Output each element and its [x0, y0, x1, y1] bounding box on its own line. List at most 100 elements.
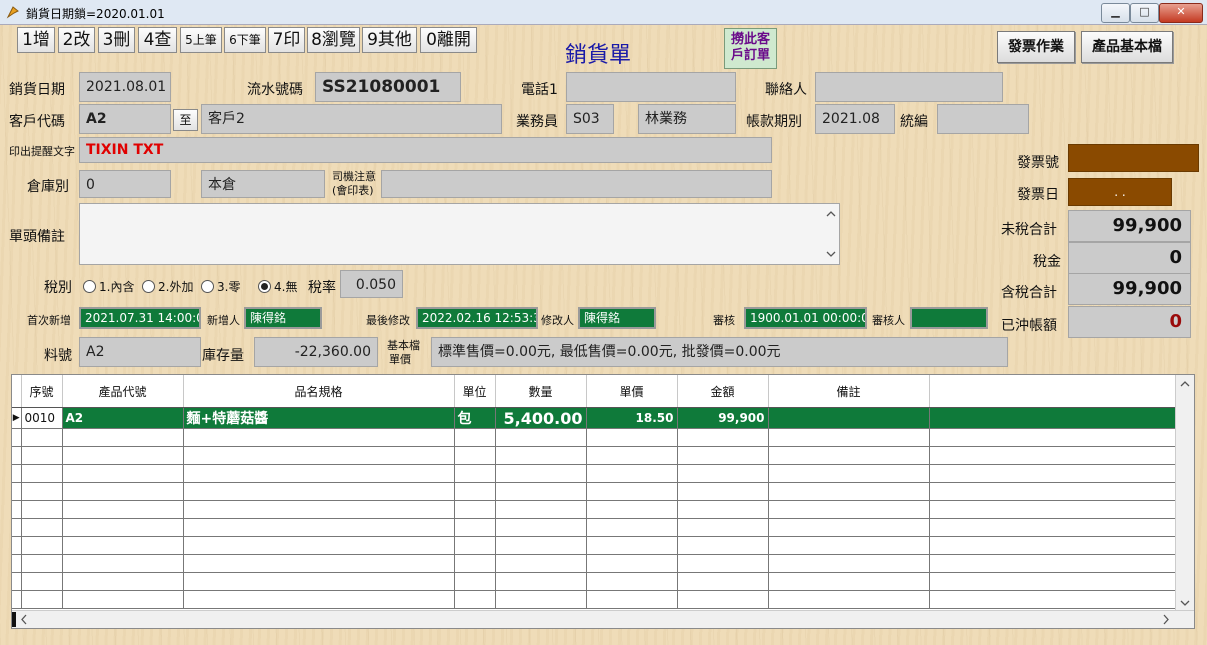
col-product-code[interactable]: 產品代號 [62, 375, 184, 408]
cell-unit[interactable]: 包 [454, 407, 496, 429]
cell-seq[interactable]: 0010 [21, 407, 63, 429]
cell-quantity[interactable]: 5,400.00 [495, 407, 587, 429]
print-note-field[interactable]: TIXIN TXT [79, 137, 772, 163]
salesperson-name-field[interactable]: 林業務 [638, 104, 736, 134]
detail-grid[interactable]: 序號 產品代號 品名規格 單位 數量 單價 金額 備註 ▶ 0010 A2 麵+… [11, 374, 1195, 629]
query-button[interactable]: 4查 [138, 27, 177, 53]
delete-button[interactable]: 3刪 [98, 27, 135, 53]
serial-field[interactable]: SS21080001 [315, 72, 461, 102]
memo-scrollbar[interactable] [823, 204, 839, 264]
table-row[interactable] [12, 518, 1176, 537]
tax-option-exclusive[interactable]: 2.外加 [142, 278, 193, 295]
customer-code-field[interactable]: A2 [79, 104, 171, 134]
radio-icon [201, 280, 214, 293]
invoice-operation-button[interactable]: 發票作業 [997, 31, 1075, 63]
item-field[interactable]: A2 [79, 337, 201, 367]
tax-rate-field[interactable]: 0.050 [340, 270, 403, 298]
table-row[interactable]: ▶ 0010 A2 麵+特蘑菇醬 包 5,400.00 18.50 99,900 [12, 407, 1176, 429]
add-button[interactable]: 1增 [17, 27, 55, 53]
modified-field: 2022.02.16 12:53:30 [416, 307, 538, 329]
untaxed-total-label: 未稅合計 [1001, 222, 1057, 238]
offset-amount-field: 0 [1068, 306, 1191, 338]
maximize-button[interactable]: □ [1130, 3, 1159, 23]
table-row[interactable] [12, 428, 1176, 447]
table-row[interactable] [12, 554, 1176, 573]
product-master-button[interactable]: 產品基本檔 [1081, 31, 1173, 63]
untaxed-total-field: 99,900 [1068, 210, 1191, 242]
invoice-no-label: 發票號 [1017, 155, 1059, 171]
customer-code-label: 客戶代碼 [9, 114, 65, 130]
sale-date-field[interactable]: 2021.08.01 [79, 72, 171, 102]
tax-amount-label: 稅金 [1033, 254, 1061, 270]
exit-button[interactable]: 0離開 [420, 27, 477, 53]
col-unit[interactable]: 單位 [454, 375, 496, 408]
tax-option-inclusive[interactable]: 1.內含 [83, 278, 134, 295]
col-note[interactable]: 備註 [768, 375, 930, 408]
modifier-field: 陳得銘 [578, 307, 656, 329]
tax-id-field[interactable] [937, 104, 1029, 134]
col-filler [929, 375, 1175, 408]
customer-lookup-button[interactable]: 至 [173, 109, 198, 131]
contact-field[interactable] [815, 72, 1003, 102]
tax-amount-field: 0 [1068, 242, 1191, 274]
warehouse-code-field[interactable]: 0 [79, 170, 171, 198]
tax-rate-label: 稅率 [308, 280, 336, 296]
invoice-date-field[interactable]: . . [1068, 178, 1172, 206]
tax-option-none[interactable]: 4.無 [258, 278, 297, 295]
tax-option-zero[interactable]: 3.零 [201, 278, 240, 295]
table-row[interactable] [12, 536, 1176, 555]
serial-label: 流水號碼 [247, 82, 303, 98]
grid-horizontal-scrollbar[interactable] [12, 610, 1194, 628]
cell-note[interactable] [768, 407, 930, 429]
close-button[interactable]: ✕ [1159, 3, 1203, 23]
prev-record-button[interactable]: 5上筆 [180, 27, 222, 53]
col-quantity[interactable]: 數量 [495, 375, 587, 408]
header-memo-textarea[interactable] [79, 203, 840, 265]
col-unit-price[interactable]: 單價 [586, 375, 678, 408]
table-row[interactable] [12, 482, 1176, 501]
table-row[interactable] [12, 464, 1176, 483]
table-row[interactable] [12, 590, 1176, 609]
invoice-date-label: 發票日 [1017, 187, 1059, 203]
col-product-name[interactable]: 品名規格 [183, 375, 455, 408]
app-window: 銷貨日期鎖=2020.01.01 ▁ □ ✕ 1增 2改 3刪 4查 5上筆 6… [0, 0, 1207, 645]
salesperson-code-field[interactable]: S03 [566, 104, 614, 134]
browse-button[interactable]: 8瀏覽 [307, 27, 360, 53]
other-button[interactable]: 9其他 [362, 27, 417, 53]
creator-label: 新增人 [207, 314, 240, 327]
detail-table: 序號 產品代號 品名規格 單位 數量 單價 金額 備註 ▶ 0010 A2 麵+… [12, 375, 1176, 609]
offset-amount-label: 已沖帳額 [1001, 318, 1057, 334]
grab-customer-orders-button[interactable]: 撈此客戶訂單 [724, 28, 777, 69]
table-row[interactable] [12, 500, 1176, 519]
taxed-total-field: 99,900 [1068, 273, 1191, 305]
table-row[interactable] [12, 446, 1176, 465]
driver-note-field[interactable] [381, 170, 772, 198]
customer-name-field[interactable]: 客戶2 [201, 104, 502, 134]
col-seq[interactable]: 序號 [21, 375, 63, 408]
print-button[interactable]: 7印 [268, 27, 305, 53]
cell-product-code[interactable]: A2 [62, 407, 184, 429]
grid-vertical-scrollbar[interactable] [1175, 375, 1194, 612]
cell-amount[interactable]: 99,900 [677, 407, 769, 429]
phone-field[interactable] [566, 72, 736, 102]
warehouse-label: 倉庫別 [27, 179, 69, 195]
edit-button[interactable]: 2改 [58, 27, 95, 53]
auditor-field [910, 307, 988, 329]
invoice-no-field[interactable] [1068, 144, 1199, 172]
col-amount[interactable]: 金額 [677, 375, 769, 408]
radio-icon [142, 280, 155, 293]
cell-product-name[interactable]: 麵+特蘑菇醬 [183, 407, 455, 429]
billing-period-field[interactable]: 2021.08 [815, 104, 895, 134]
table-row[interactable] [12, 572, 1176, 591]
minimize-button[interactable]: ▁ [1101, 3, 1130, 23]
minimize-icon: ▁ [1111, 5, 1120, 18]
row-pointer-icon: ▶ [12, 407, 22, 429]
close-icon: ✕ [1176, 5, 1186, 18]
warehouse-name-field[interactable]: 本倉 [201, 170, 325, 198]
window-title: 銷貨日期鎖=2020.01.01 [26, 7, 165, 21]
row-indicator-header [12, 375, 22, 408]
contact-label: 聯絡人 [765, 82, 807, 98]
driver-note-sublabel: (會印表) [332, 184, 374, 197]
next-record-button[interactable]: 6下筆 [224, 27, 266, 53]
cell-unit-price[interactable]: 18.50 [586, 407, 678, 429]
